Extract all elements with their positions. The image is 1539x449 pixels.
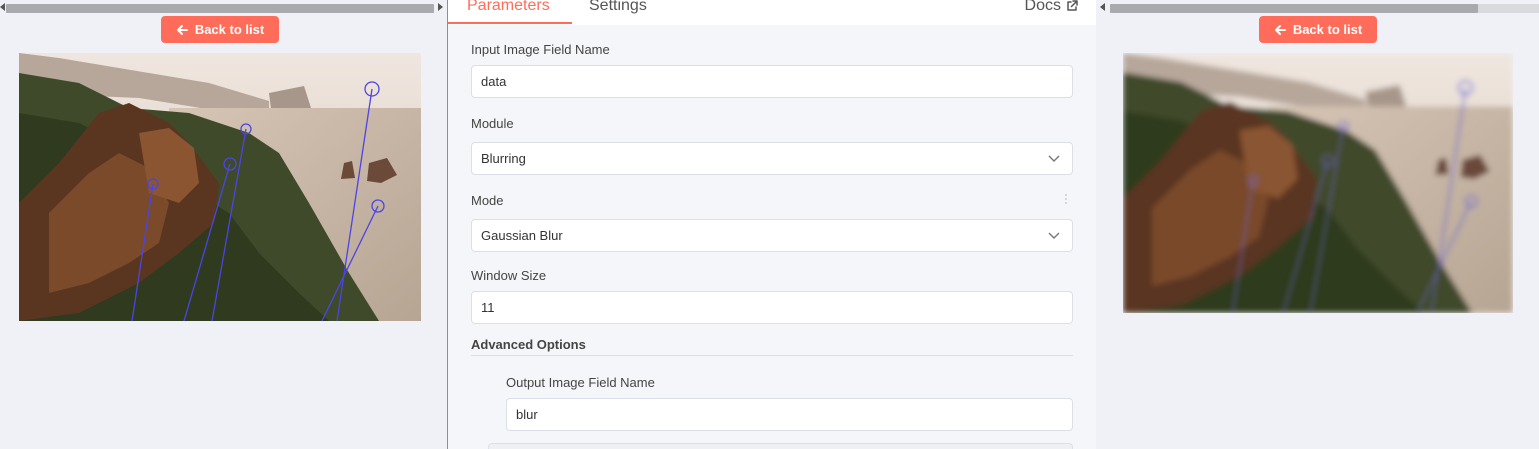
input-image-field-label: Input Image Field Name — [471, 42, 610, 57]
node-parameters-panel: Parameters Settings Docs Input Image Fie… — [447, 0, 1096, 449]
section-divider — [471, 355, 1073, 356]
mode-selected-value: Gaussian Blur — [481, 228, 563, 243]
back-to-list-button[interactable]: Back to list — [1259, 16, 1377, 43]
output-image-panel: Back to list — [1096, 0, 1539, 449]
scrollbar-thumb[interactable] — [1110, 4, 1478, 13]
tab-settings[interactable]: Settings — [589, 0, 647, 21]
docs-link[interactable]: Docs — [1025, 0, 1078, 15]
tab-parameters[interactable]: Parameters — [467, 0, 550, 21]
back-to-list-label: Back to list — [1292, 22, 1363, 37]
output-image-field-label: Output Image Field Name — [506, 375, 655, 390]
module-select[interactable]: Blurring — [471, 142, 1073, 175]
chevron-down-icon — [1048, 232, 1060, 239]
horizontal-scrollbar[interactable] — [6, 4, 434, 13]
parameters-form: Input Image Field Name data Module Blurr… — [448, 25, 1096, 449]
input-image-field-input[interactable]: data — [471, 65, 1073, 98]
tab-bar: Parameters Settings Docs — [448, 0, 1096, 25]
mode-select[interactable]: Gaussian Blur — [471, 219, 1073, 252]
advanced-options-title[interactable]: Advanced Options — [471, 337, 586, 352]
arrow-left-icon — [1274, 24, 1286, 35]
scrollbar-thumb[interactable] — [6, 4, 434, 13]
output-image — [1123, 53, 1513, 313]
drag-handle-icon[interactable] — [1064, 193, 1068, 207]
back-to-list-label: Back to list — [194, 22, 265, 37]
active-tab-indicator — [448, 22, 572, 24]
arrow-left-icon — [176, 24, 188, 35]
docs-label: Docs — [1024, 0, 1061, 14]
scroll-left-arrow-icon[interactable] — [0, 3, 5, 11]
back-to-list-button[interactable]: Back to list — [161, 16, 279, 43]
chevron-down-icon — [1048, 155, 1060, 162]
external-link-icon — [1067, 0, 1078, 11]
module-label: Module — [471, 116, 514, 131]
module-selected-value: Blurring — [481, 151, 526, 166]
scroll-right-arrow-icon[interactable] — [438, 3, 443, 11]
input-image-panel: Back to list — [0, 0, 447, 449]
scroll-left-arrow-icon[interactable] — [1100, 3, 1105, 11]
collection-box — [488, 443, 1073, 449]
input-image — [19, 53, 421, 321]
output-image-field-input[interactable]: blur — [506, 398, 1073, 431]
window-size-input[interactable]: 11 — [471, 291, 1073, 324]
horizontal-scrollbar[interactable] — [1110, 4, 1539, 13]
window-size-label: Window Size — [471, 268, 547, 283]
mode-label: Mode — [471, 193, 504, 208]
